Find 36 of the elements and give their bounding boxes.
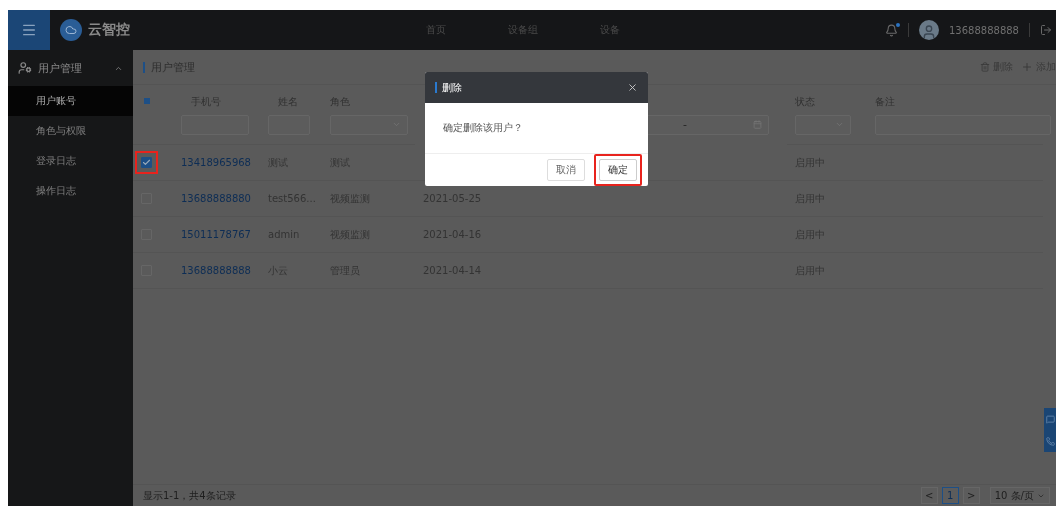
logout-icon[interactable] (1040, 24, 1052, 36)
brand-name: 云智控 (88, 21, 130, 39)
phone-link[interactable]: 15011178767 (181, 229, 251, 240)
phone-icon (1045, 436, 1055, 446)
bell-icon[interactable] (885, 23, 898, 37)
row-checkbox[interactable] (141, 157, 152, 168)
sidebar-item[interactable]: 登录日志 (8, 146, 133, 176)
phone-link[interactable]: 13418965968 (181, 157, 251, 168)
trash-icon (980, 62, 990, 72)
phone-link[interactable]: 13688888888 (181, 265, 251, 276)
next-page-button[interactable]: > (962, 487, 980, 504)
sidebar-item[interactable]: 角色与权限 (8, 116, 133, 146)
menu-icon (21, 22, 37, 38)
sidebar-group-label: 用户管理 (38, 60, 83, 76)
user-name[interactable]: 13688888888 (949, 24, 1019, 36)
sidebar-item[interactable]: 用户账号 (8, 86, 133, 116)
prev-page-button[interactable]: < (920, 487, 938, 504)
close-icon[interactable] (627, 82, 638, 93)
menu-button[interactable] (8, 10, 50, 50)
plus-icon (1021, 61, 1033, 73)
sidebar-item[interactable]: 操作日志 (8, 176, 133, 206)
select-all-checkbox[interactable] (141, 95, 152, 106)
cloud-logo-icon (60, 19, 82, 41)
page-size-select[interactable]: 10 条/页 (989, 487, 1050, 504)
sidebar-group[interactable]: 用户管理 (8, 50, 133, 86)
floating-contact-tab[interactable] (1044, 408, 1056, 452)
cancel-button[interactable]: 取消 (547, 159, 585, 181)
dialog-title: 删除 (435, 82, 627, 93)
phone-link[interactable]: 13688888880 (181, 193, 251, 204)
dialog-message: 确定删除该用户？ (443, 121, 523, 135)
message-icon (1045, 414, 1055, 424)
user-settings-icon (18, 61, 32, 75)
confirm-button[interactable]: 确定 (599, 159, 637, 181)
avatar[interactable] (919, 20, 939, 40)
range-separator: - (683, 118, 687, 131)
page-button[interactable]: 1 (941, 487, 959, 504)
